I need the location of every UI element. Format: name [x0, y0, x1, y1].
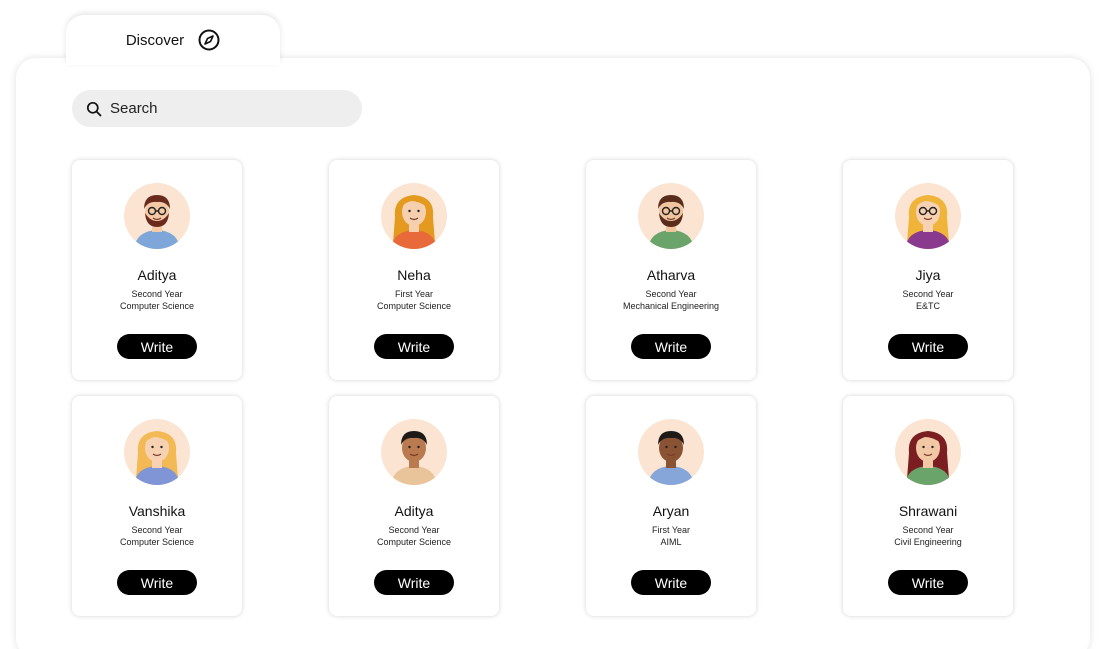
avatar: [638, 419, 704, 485]
person-year: Second Year: [902, 525, 954, 535]
write-button[interactable]: Write: [888, 570, 968, 595]
person-name: Atharva: [646, 267, 696, 283]
person-year: Second Year: [131, 289, 183, 299]
people-grid: Aditya Second Year Computer Science Write Ne…: [72, 160, 1013, 616]
write-button[interactable]: Write: [374, 570, 454, 595]
write-button[interactable]: Write: [117, 334, 197, 359]
avatar: [638, 183, 704, 249]
avatar: [895, 183, 961, 249]
avatar: [381, 183, 447, 249]
person-department: Computer Science: [376, 301, 452, 311]
person-department: E&TC: [915, 301, 940, 311]
person-department: Computer Science: [119, 537, 195, 547]
person-name: Aditya: [137, 267, 177, 283]
search-input[interactable]: [110, 100, 340, 117]
write-button[interactable]: Write: [631, 334, 711, 359]
person-department: Computer Science: [376, 537, 452, 547]
avatar: [124, 183, 190, 249]
search-bar[interactable]: [72, 90, 362, 127]
person-year: Second Year: [131, 525, 183, 535]
avatar: [381, 419, 447, 485]
avatar: [895, 419, 961, 485]
person-name: Aditya: [394, 503, 434, 519]
person-department: Civil Engineering: [894, 537, 962, 547]
person-card: Vanshika Second Year Computer Science Write: [72, 396, 242, 616]
avatar: [124, 419, 190, 485]
person-card: Aditya Second Year Computer Science Write: [329, 396, 499, 616]
person-card: Aditya Second Year Computer Science Write: [72, 160, 242, 380]
person-year: First Year: [394, 289, 434, 299]
person-name: Aryan: [652, 503, 690, 519]
person-name: Neha: [397, 267, 431, 283]
person-year: First Year: [651, 525, 691, 535]
write-button[interactable]: Write: [888, 334, 968, 359]
person-name: Jiya: [915, 267, 941, 283]
person-year: Second Year: [388, 525, 440, 535]
write-button[interactable]: Write: [631, 570, 711, 595]
person-department: Computer Science: [119, 301, 195, 311]
tab-discover[interactable]: Discover: [66, 15, 280, 65]
person-card: Neha First Year Computer Science Write: [329, 160, 499, 380]
person-card: Aryan First Year AIML Write: [586, 396, 756, 616]
person-card: Atharva Second Year Mechanical Engineering…: [586, 160, 756, 380]
write-button[interactable]: Write: [374, 334, 454, 359]
person-card: Shrawani Second Year Civil Engineering Writ…: [843, 396, 1013, 616]
tab-discover-label: Discover: [125, 31, 185, 49]
person-year: Second Year: [902, 289, 954, 299]
person-department: Mechanical Engineering: [622, 301, 720, 311]
person-year: Second Year: [645, 289, 697, 299]
person-name: Vanshika: [128, 503, 186, 519]
write-button[interactable]: Write: [117, 570, 197, 595]
person-name: Shrawani: [898, 503, 958, 519]
compass-icon: [198, 29, 220, 51]
person-card: Jiya Second Year E&TC Write: [843, 160, 1013, 380]
person-department: AIML: [660, 537, 682, 547]
search-icon: [86, 101, 102, 116]
